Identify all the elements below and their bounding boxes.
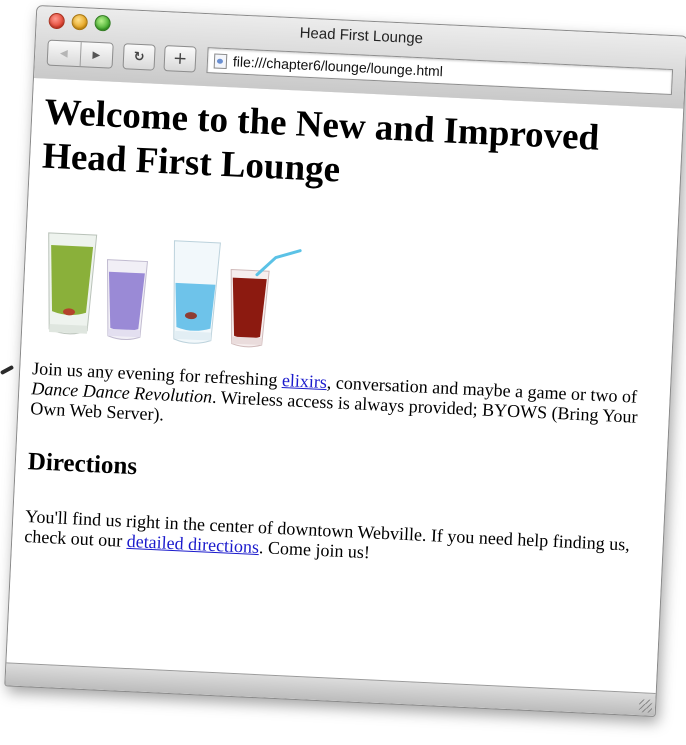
red-drink-glass [230,249,302,348]
page-title: Welcome to the New and Improved Head Fir… [41,91,601,191]
drinks-image [48,232,302,348]
reload-icon: ↻ [133,49,145,65]
stage: Head First Lounge ◀ ▶ ↻ + file:///chapte… [0,0,686,745]
plus-icon: + [172,48,188,70]
directions-heading: Directions [27,448,138,481]
document-icon [213,52,228,69]
forward-button[interactable]: ▶ [79,42,113,68]
reload-button[interactable]: ↻ [122,43,156,71]
purple-drink-glass [107,259,149,341]
forward-arrow-icon: ▶ [92,49,101,61]
page-content: Welcome to the New and Improved Head Fir… [6,77,684,694]
back-button[interactable]: ◀ [48,41,81,66]
elixirs-link[interactable]: elixirs [282,370,328,392]
browser-window: Head First Lounge ◀ ▶ ↻ + file:///chapte… [4,5,686,717]
add-bookmark-button[interactable]: + [163,45,197,73]
blue-drink-glass [173,240,221,344]
address-url: file:///chapter6/lounge/lounge.html [232,53,444,80]
directions-paragraph: You'll find us right in the center of do… [24,506,640,575]
pen-mark [0,364,15,376]
intro-paragraph: Join us any evening for refreshing elixi… [30,358,647,447]
green-drink-glass [48,232,98,335]
directions-text-end: . Come join us! [258,537,371,563]
resize-grip-icon[interactable] [638,699,653,713]
nav-buttons: ◀ ▶ [46,39,114,69]
back-arrow-icon: ◀ [59,47,69,60]
